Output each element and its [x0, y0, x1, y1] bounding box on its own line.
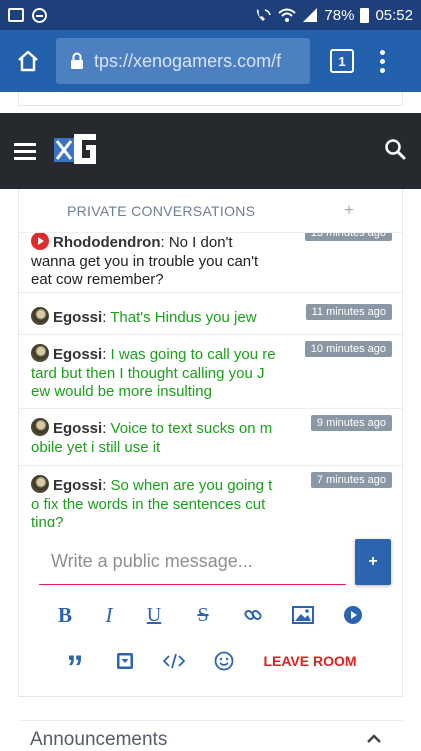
hamburger-menu-icon[interactable] [14, 142, 36, 160]
send-button[interactable]: + [355, 539, 391, 585]
message-author[interactable]: Egossi [53, 477, 102, 494]
browser-menu-button[interactable] [380, 49, 385, 73]
chat-message: Rhododendron: No I don't wanna get you i… [19, 233, 404, 293]
play-circle-icon [344, 606, 362, 624]
video-button[interactable] [341, 603, 365, 627]
url-text: tps://xenogamers.com/f [94, 50, 282, 71]
tab-switcher-button[interactable]: 1 [330, 49, 354, 73]
italic-button[interactable]: I [97, 603, 121, 627]
strikethrough-button[interactable]: S [191, 603, 215, 627]
image-icon [292, 606, 314, 624]
avatar[interactable] [31, 475, 49, 493]
card-top-edge [18, 92, 403, 106]
code-icon [163, 653, 185, 669]
lock-icon [71, 52, 83, 69]
message-time: 11 minutes ago [305, 304, 392, 320]
message-time: 13 minutes ago [304, 233, 392, 241]
link-button[interactable] [241, 603, 265, 627]
message-input[interactable]: Write a public message... [39, 539, 346, 585]
message-author[interactable]: Egossi [53, 346, 102, 363]
avatar[interactable] [31, 418, 49, 436]
message-text: That's Hindus you jew [110, 309, 257, 326]
message-author[interactable]: Egossi [53, 420, 102, 437]
chat-panel: PRIVATE CONVERSATIONS + Rhododendron: No… [18, 189, 404, 697]
avatar[interactable] [31, 344, 49, 362]
quote-button[interactable]: ” [63, 649, 87, 685]
message-time: 9 minutes ago [310, 415, 392, 431]
search-button[interactable] [383, 137, 407, 166]
do-not-disturb-icon [32, 7, 47, 23]
search-icon [385, 138, 406, 159]
address-bar[interactable]: tps://xenogamers.com/f [56, 38, 310, 84]
link-icon [244, 609, 262, 621]
site-navbar [0, 113, 421, 189]
underline-button[interactable]: U [142, 603, 166, 627]
call-wifi-icon [257, 9, 272, 21]
status-bar: 78% 05:52 [0, 0, 421, 30]
emoji-button[interactable] [212, 649, 236, 673]
clock: 05:52 [375, 6, 413, 24]
chevron-up-icon[interactable] [366, 734, 382, 744]
smiley-icon [214, 651, 234, 671]
add-conversation-button[interactable]: + [344, 202, 354, 220]
message-author[interactable]: Rhododendron [53, 234, 160, 251]
spoiler-button[interactable] [113, 649, 137, 673]
message-author[interactable]: Egossi [53, 309, 102, 326]
avatar[interactable] [31, 307, 49, 325]
bold-button[interactable]: B [53, 603, 77, 627]
private-conversations-header[interactable]: PRIVATE CONVERSATIONS + [19, 189, 402, 233]
code-button[interactable] [162, 649, 186, 673]
chat-message: Egossi: That's Hindus you jew 11 minutes… [19, 297, 404, 335]
announcements-section: Announcements [0, 720, 421, 750]
message-list[interactable]: Rhododendron: No I don't wanna get you i… [19, 233, 404, 527]
chat-message: Egossi: I was going to call you re tard … [19, 335, 404, 409]
browser-toolbar: tps://xenogamers.com/f 1 [0, 30, 421, 92]
dropdown-box-icon [117, 653, 133, 669]
battery-icon [360, 7, 370, 23]
xg-logo[interactable] [52, 132, 100, 171]
home-button[interactable] [0, 49, 56, 73]
private-conversations-label: PRIVATE CONVERSATIONS [67, 202, 256, 219]
message-time: 10 minutes ago [304, 341, 392, 357]
avatar[interactable] [31, 233, 49, 250]
chat-message: Egossi: So when are you going t o fix th… [19, 466, 404, 527]
announcements-title: Announcements [30, 729, 168, 750]
image-button[interactable] [291, 603, 315, 627]
home-icon [18, 50, 38, 72]
divider [18, 720, 403, 721]
wifi-icon [278, 8, 297, 22]
leave-room-button[interactable]: LEAVE ROOM [255, 649, 365, 673]
battery-percent: 78% [324, 6, 355, 24]
chat-message: Egossi: Voice to text sucks on m obile y… [19, 409, 404, 466]
message-time: 7 minutes ago [310, 472, 392, 488]
gallery-notification-icon [8, 8, 24, 22]
signal-icon [303, 8, 318, 22]
